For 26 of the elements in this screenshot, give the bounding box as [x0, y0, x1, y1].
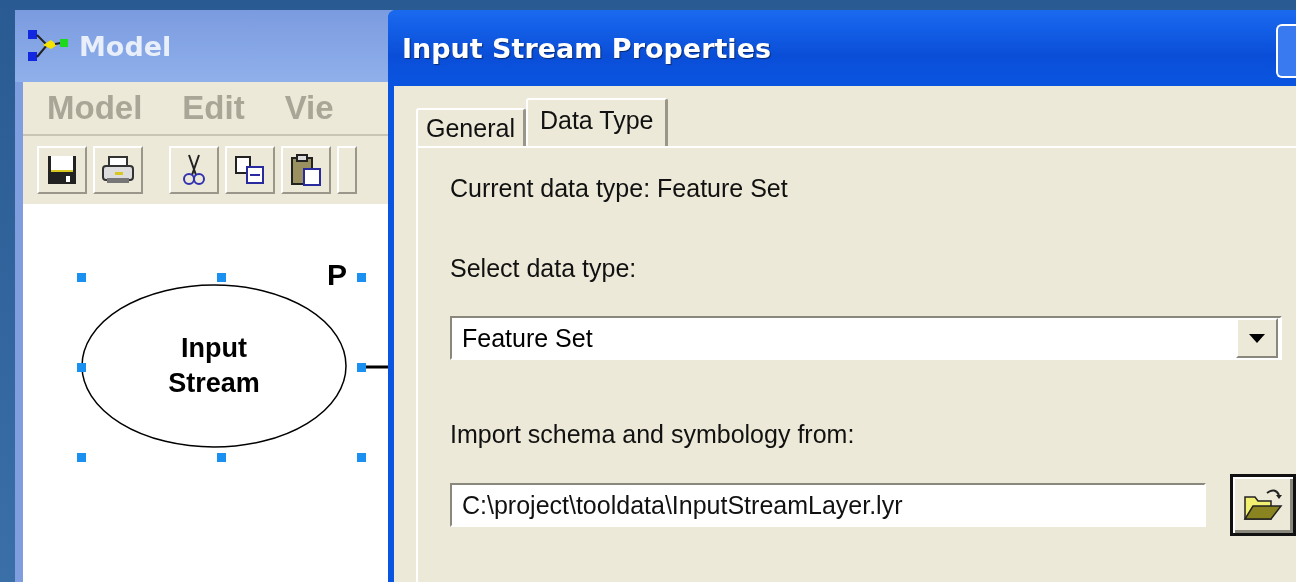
field-label: Select data type: — [450, 254, 638, 284]
field-label: Import schema and symbology from: — [450, 420, 856, 450]
caret-icon — [1249, 333, 1265, 343]
scissors-icon — [183, 153, 205, 187]
copy-icon — [234, 155, 266, 185]
window-title: Input Stream Properties — [402, 32, 771, 64]
ellipse-node[interactable] — [81, 284, 347, 448]
tab[interactable]: General — [416, 108, 526, 146]
print-button[interactable] — [93, 146, 143, 194]
clipboard-icon — [290, 153, 322, 187]
cut-button[interactable] — [169, 146, 219, 194]
node-label: Input Stream — [167, 331, 261, 400]
tab[interactable]: Data Type — [525, 98, 669, 146]
open-folder-icon — [1243, 487, 1283, 523]
path-input-field[interactable]: C:\project\tooldata\InputStreamLayer.lyr — [450, 483, 1206, 527]
browse-button[interactable] — [1230, 474, 1296, 536]
model-icon — [27, 29, 69, 63]
save-button[interactable] — [37, 146, 87, 194]
current-data-type-text: Current data type: Feature Set — [450, 174, 789, 204]
window-title: Model — [79, 30, 172, 62]
paste-button[interactable] — [281, 146, 331, 194]
copy-button[interactable] — [225, 146, 275, 194]
data-type-dropdown[interactable]: Feature Set — [450, 316, 1282, 360]
printer-icon — [101, 155, 135, 185]
toolbar-button[interactable] — [337, 146, 357, 194]
node-label: P — [327, 258, 347, 292]
